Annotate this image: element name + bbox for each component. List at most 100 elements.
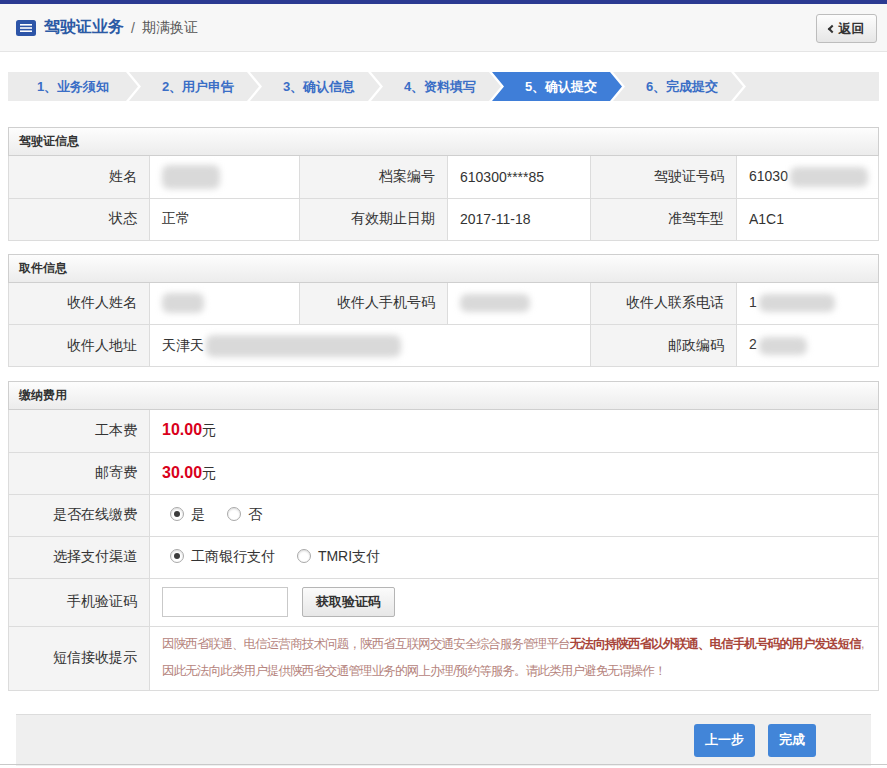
- step-3[interactable]: 3、确认信息: [250, 72, 380, 101]
- zip-value: 2: [737, 325, 879, 367]
- step-3-label: 3、确认信息: [283, 78, 355, 96]
- mail-fee-unit: 元: [202, 465, 216, 481]
- expiry-value: 2017-11-18: [448, 198, 591, 240]
- step-5[interactable]: 5、确认提交: [492, 72, 622, 101]
- online-no-label: 否: [248, 506, 262, 522]
- section-license-info: 驾驶证信息 姓名 档案编号 610300****85 驾驶证号码 61030 状…: [8, 127, 879, 241]
- tmri-pay-label: TMRI支付: [318, 548, 380, 564]
- table-row: 短信接收提示 因陕西省联通、电信运营商技术问题，陕西省互联网交通安全综合服务管理…: [9, 626, 879, 690]
- step-2[interactable]: 2、用户申告: [129, 72, 259, 101]
- table-row: 姓名 档案编号 610300****85 驾驶证号码 61030: [9, 156, 879, 198]
- online-pay-label: 是否在线缴费: [9, 494, 150, 536]
- address-label: 收件人地址: [9, 325, 150, 367]
- sms-notice-text: 因陕西省联通、电信运营商技术问题，陕西省互联网交通安全综合服务管理平台无法向持陕…: [162, 631, 866, 685]
- delivery-info-table: 收件人姓名 收件人手机号码 收件人联系电话 1 收件人地址 天津天 邮政编码 2: [8, 283, 879, 368]
- mobile-value: [448, 283, 591, 325]
- vehicle-label: 准驾车型: [591, 198, 737, 240]
- section-delivery-title: 取件信息: [8, 254, 879, 283]
- online-yes-label: 是: [191, 506, 205, 522]
- license-no-value: 61030: [737, 156, 879, 198]
- step-4-label: 4、资料填写: [404, 78, 476, 96]
- previous-step-button[interactable]: 上一步: [694, 724, 755, 757]
- finish-button[interactable]: 完成: [768, 724, 816, 757]
- notice-part-strong: 无法向持陕西省以外联通、电信手机号码的用户发送短信: [570, 637, 861, 651]
- redacted-zip: [759, 337, 807, 355]
- table-row: 收件人姓名 收件人手机号码 收件人联系电话 1: [9, 283, 879, 325]
- notice-part-1: 因陕西省联通、电信运营商技术问题，陕西省互联网交通安全综合服务管理平台: [162, 637, 570, 651]
- redacted-license-no: [790, 167, 868, 187]
- table-row: 选择支付渠道 工商银行支付 TMRI支付: [9, 536, 879, 578]
- redacted-phone: [759, 294, 835, 312]
- name-label: 姓名: [9, 156, 150, 198]
- breadcrumb-current: 期满换证: [142, 19, 198, 37]
- name-value: [150, 156, 300, 198]
- sms-code-label: 手机验证码: [9, 578, 150, 626]
- phone-prefix: 1: [749, 294, 757, 310]
- step-1-label: 1、业务须知: [37, 78, 109, 96]
- sms-code-field: 获取验证码: [150, 578, 879, 626]
- fees-table: 工本费 10.00元 邮寄费 30.00元 是否在线缴费 是 否 选择支付渠道 …: [8, 410, 879, 691]
- online-pay-options: 是 否: [150, 494, 879, 536]
- icbc-pay-label: 工商银行支付: [191, 548, 275, 564]
- address-prefix: 天津天: [162, 336, 204, 352]
- redacted-recipient: [162, 293, 204, 313]
- vehicle-value: A1C1: [737, 198, 879, 240]
- back-button[interactable]: 返回: [816, 14, 877, 43]
- pay-channel-options: 工商银行支付 TMRI支付: [150, 536, 879, 578]
- footer-action-bar: 上一步 完成: [16, 714, 871, 766]
- status-value: 正常: [150, 198, 300, 240]
- license-info-table: 姓名 档案编号 610300****85 驾驶证号码 61030 状态 正常 有…: [8, 156, 879, 241]
- page-title: 驾驶证业务: [44, 17, 124, 38]
- table-row: 工本费 10.00元: [9, 410, 879, 452]
- icbc-pay-radio[interactable]: [170, 549, 184, 563]
- zip-label: 邮政编码: [591, 325, 737, 367]
- form-icon: [16, 20, 36, 36]
- back-arrow-icon: [827, 24, 835, 32]
- page-header: 驾驶证业务 / 期满换证 返回: [0, 4, 887, 52]
- step-5-label: 5、确认提交: [525, 78, 597, 96]
- online-no-radio[interactable]: [227, 507, 241, 521]
- phone-value: 1: [737, 283, 879, 325]
- phone-label: 收件人联系电话: [591, 283, 737, 325]
- step-wizard-filler: [734, 72, 879, 101]
- table-row: 状态 正常 有效期止日期 2017-11-18 准驾车型 A1C1: [9, 198, 879, 240]
- online-yes-radio[interactable]: [170, 507, 184, 521]
- back-button-label: 返回: [839, 20, 865, 38]
- status-label: 状态: [9, 198, 150, 240]
- step-wizard: 1、业务须知 2、用户申告 3、确认信息 4、资料填写 5、确认提交 6、完成提…: [8, 72, 879, 101]
- step-4[interactable]: 4、资料填写: [371, 72, 501, 101]
- file-no-value: 610300****85: [448, 156, 591, 198]
- tmri-pay-radio[interactable]: [297, 549, 311, 563]
- get-code-button[interactable]: 获取验证码: [302, 587, 395, 617]
- license-no-prefix: 61030: [749, 167, 788, 183]
- work-fee-value: 10.00元: [150, 410, 879, 452]
- license-no-label: 驾驶证号码: [591, 156, 737, 198]
- sms-code-input[interactable]: [162, 587, 288, 617]
- step-1[interactable]: 1、业务须知: [8, 72, 138, 101]
- section-fees: 缴纳费用 工本费 10.00元 邮寄费 30.00元 是否在线缴费 是 否 选择…: [8, 381, 879, 691]
- sms-notice-text-cell: 因陕西省联通、电信运营商技术问题，陕西省互联网交通安全综合服务管理平台无法向持陕…: [150, 626, 879, 690]
- address-value: 天津天: [150, 325, 591, 367]
- work-fee-amount: 10.00: [162, 421, 202, 438]
- step-2-label: 2、用户申告: [162, 78, 234, 96]
- work-fee-label: 工本费: [9, 410, 150, 452]
- redacted-address: [206, 335, 401, 357]
- redacted-name: [162, 165, 220, 189]
- section-license-title: 驾驶证信息: [8, 127, 879, 156]
- step-6[interactable]: 6、完成提交: [613, 72, 743, 101]
- table-row: 是否在线缴费 是 否: [9, 494, 879, 536]
- work-fee-unit: 元: [202, 422, 216, 438]
- mail-fee-value: 30.00元: [150, 452, 879, 494]
- page-bottom-divider: [0, 764, 887, 765]
- zip-prefix: 2: [749, 336, 757, 352]
- section-delivery-info: 取件信息 收件人姓名 收件人手机号码 收件人联系电话 1 收件人地址 天津天 邮…: [8, 254, 879, 368]
- redacted-mobile: [460, 294, 530, 312]
- table-row: 收件人地址 天津天 邮政编码 2: [9, 325, 879, 367]
- file-no-label: 档案编号: [300, 156, 448, 198]
- recipient-label: 收件人姓名: [9, 283, 150, 325]
- sms-notice-label: 短信接收提示: [9, 626, 150, 690]
- expiry-label: 有效期止日期: [300, 198, 448, 240]
- section-fees-title: 缴纳费用: [8, 381, 879, 410]
- mail-fee-amount: 30.00: [162, 464, 202, 481]
- table-row: 手机验证码 获取验证码: [9, 578, 879, 626]
